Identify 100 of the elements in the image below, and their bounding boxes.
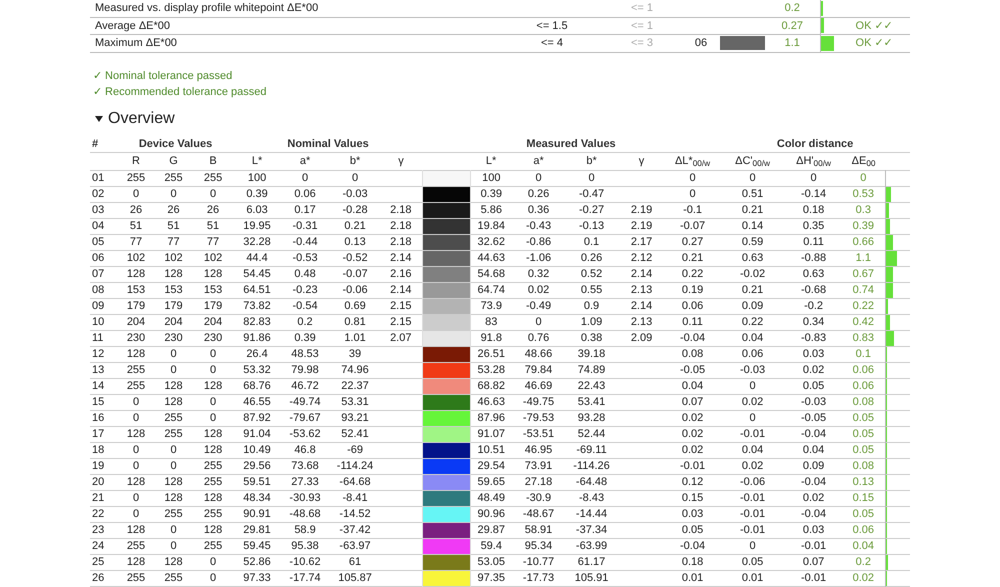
device-value: 153 (204, 284, 222, 296)
nominal-value: 105.87 (338, 572, 372, 584)
measured-value: 93.28 (578, 412, 606, 424)
device-value: 128 (126, 428, 146, 440)
disclosure-triangle-icon[interactable] (95, 114, 103, 122)
nominal-value: 29.56 (243, 460, 271, 472)
color-distance-value: 0.19 (682, 284, 704, 296)
measured-value: 46.69 (524, 380, 552, 392)
color-distance-value: 0.18 (682, 556, 704, 568)
measured-value: 0 (535, 316, 542, 328)
measured-value: 73.9 (480, 300, 502, 312)
nominal-value: 46.72 (291, 380, 319, 392)
nominal-value: -30.93 (289, 492, 321, 504)
measured-value: 64.74 (478, 284, 506, 296)
delta-e-value: 0.06 (852, 364, 874, 376)
measured-value: -0.49 (526, 300, 552, 312)
nominal-value: 64.51 (243, 284, 271, 296)
row-number: 26 (92, 572, 104, 584)
pass-message: ✓ Nominal tolerance passed (93, 68, 234, 82)
nominal-value: 58.9 (294, 524, 316, 536)
nominal-value: 97.33 (243, 572, 271, 584)
device-value: 255 (164, 572, 183, 584)
color-distance-value: -0.01 (801, 540, 826, 552)
color-distance-value: 0.04 (742, 444, 764, 456)
color-distance-value: -0.01 (740, 524, 766, 536)
metric-label: Average ΔE*00 (95, 20, 170, 32)
delta-e-value: 0.06 (852, 524, 874, 536)
device-value: 51 (130, 220, 142, 232)
color-distance-value: 0.03 (802, 348, 824, 360)
patch-number: 06 (694, 37, 708, 49)
nominal-value: 46.8 (294, 444, 316, 456)
nominal-value: 46.55 (243, 396, 271, 408)
row-number: 09 (92, 300, 104, 312)
nominal-value: 61 (348, 556, 362, 568)
device-value: 0 (170, 524, 177, 536)
nominal-gamma: 2.18 (390, 220, 412, 232)
color-distance-value: 0.11 (803, 236, 824, 248)
color-distance-value: -0.03 (740, 364, 766, 376)
measured-gamma: 2.09 (630, 332, 652, 344)
nominal-value: 0 (302, 172, 308, 184)
measured-value: -37.34 (576, 524, 608, 536)
measured-value: 53.28 (478, 364, 506, 376)
device-value: 0 (170, 348, 177, 360)
row-number: 05 (92, 236, 104, 248)
device-value: 255 (126, 380, 146, 392)
device-value: 0 (170, 540, 177, 552)
device-value: 128 (164, 492, 183, 504)
nominal-value: 53.32 (243, 364, 271, 376)
measured-value: -0.13 (578, 220, 604, 232)
nominal-value: 32.28 (243, 236, 271, 248)
measured-value: -30.9 (526, 492, 552, 504)
color-distance-value: 0.34 (802, 316, 824, 328)
color-distance-value: -0.01 (801, 572, 826, 584)
measured-value: -63.99 (576, 540, 608, 552)
measured-value: 0.9 (584, 300, 600, 312)
device-value: 128 (126, 556, 146, 568)
device-value: 0 (210, 412, 216, 424)
measured-value: 95.34 (524, 540, 552, 552)
device-value: 255 (204, 460, 222, 472)
nominal-tolerance: <= 4 (540, 37, 564, 49)
measured-value: 52.44 (578, 428, 606, 440)
device-value: 26 (206, 204, 220, 216)
nominal-value: -0.23 (292, 284, 318, 296)
nominal-value: -64.68 (339, 476, 371, 488)
device-value: 128 (164, 380, 183, 392)
color-distance-value: -0.14 (801, 188, 826, 200)
measured-value: 0.02 (528, 284, 550, 296)
color-distance-value: 0.08 (682, 348, 704, 360)
device-value: 0 (132, 508, 140, 520)
device-value: 102 (204, 252, 222, 264)
measured-value: 48.49 (478, 492, 506, 504)
column-group-header: # (92, 138, 98, 150)
row-number: 15 (92, 396, 104, 408)
color-distance-value: 0.63 (802, 268, 824, 280)
color-distance-value: 0 (810, 172, 817, 184)
row-number: 16 (92, 412, 104, 424)
color-distance-value: -0.05 (680, 364, 706, 376)
nominal-value: -0.52 (342, 252, 368, 264)
color-distance-value: 0.21 (742, 284, 764, 296)
nominal-gamma: 2.07 (390, 332, 412, 344)
device-value: 128 (126, 524, 146, 536)
color-distance-value: 0.11 (682, 316, 703, 328)
row-number: 07 (92, 268, 104, 280)
measured-value: 46.95 (524, 444, 552, 456)
color-distance-value: 0.59 (742, 236, 764, 248)
device-value: 204 (204, 316, 222, 328)
nominal-value: 74.96 (341, 364, 369, 376)
row-number: 13 (92, 364, 104, 376)
color-distance-value: -0.06 (740, 476, 766, 488)
recommended-tolerance: <= 3 (630, 37, 654, 49)
delta-e-value: 0.39 (852, 220, 874, 232)
device-value: 51 (167, 220, 180, 232)
color-distance-value: 0.35 (802, 220, 824, 232)
nominal-value: 27.33 (291, 476, 319, 488)
measured-value: -114.26 (573, 460, 610, 472)
color-distance-value: -0.02 (740, 268, 766, 280)
device-value: 128 (164, 268, 183, 280)
nominal-value: 0.81 (344, 316, 366, 328)
row-number: 04 (92, 220, 104, 232)
column-group-header: Color distance (776, 138, 854, 150)
